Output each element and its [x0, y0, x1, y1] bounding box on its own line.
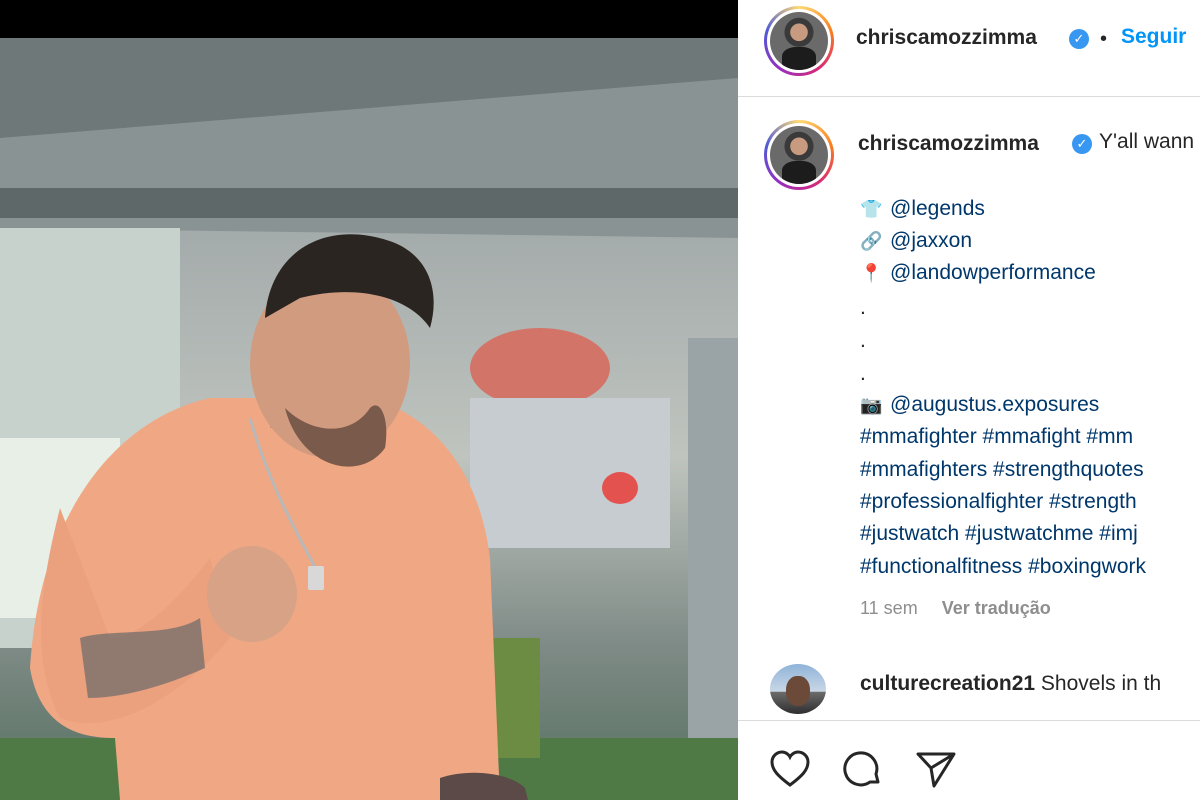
post-header: chriscamozzimma ✓ • Seguir — [738, 0, 1200, 97]
mention-link[interactable]: @legends — [890, 197, 985, 220]
send-icon — [916, 752, 956, 788]
caption-dot: . — [860, 362, 866, 385]
post-details-panel: chriscamozzimma ✓ • Seguir chriscamozzim… — [738, 0, 1200, 800]
author-avatar-image — [770, 12, 828, 70]
post-photo-illustration — [0, 38, 738, 800]
share-button[interactable] — [914, 748, 958, 792]
post-time-ago: 11 sem — [860, 598, 918, 618]
caption-line-legends: 👕 @legends — [860, 197, 985, 221]
mention-link[interactable]: @augustus.exposures — [890, 393, 1099, 416]
verified-badge-icon: ✓ — [1072, 134, 1092, 154]
header-separator: • — [1100, 28, 1108, 50]
comment-button[interactable] — [840, 748, 884, 792]
mention-link[interactable]: @jaxxon — [890, 229, 972, 252]
tshirt-icon: 👕 — [860, 199, 883, 219]
comment-text: Shovels in th — [1040, 672, 1162, 695]
hashtag-line[interactable]: #professionalfighter #strength — [860, 490, 1137, 514]
post-photo[interactable] — [0, 38, 738, 800]
caption-author-avatar[interactable] — [764, 120, 834, 190]
caption-author-avatar-image — [770, 126, 828, 184]
see-translation-button[interactable]: Ver tradução — [942, 598, 1051, 618]
author-avatar[interactable] — [764, 6, 834, 76]
caption-author-username[interactable]: chriscamozzimma — [858, 132, 1039, 156]
verified-badge-icon: ✓ — [1069, 29, 1089, 49]
follow-button[interactable]: Seguir — [1121, 25, 1186, 49]
author-username[interactable]: chriscamozzimma — [856, 26, 1037, 50]
hashtag-line[interactable]: #justwatch #justwatchme #imj — [860, 522, 1138, 546]
caption-dot: . — [860, 329, 866, 352]
camera-icon: 📷 — [860, 395, 883, 415]
commenter-avatar[interactable] — [770, 664, 826, 714]
caption-line-photo-credit: 📷 @augustus.exposures — [860, 393, 1099, 417]
like-button[interactable] — [768, 748, 812, 792]
hashtag-line[interactable]: #functionalfitness #boxingwork — [860, 555, 1146, 579]
caption-dot: . — [860, 296, 866, 319]
link-icon: 🔗 — [860, 231, 883, 251]
photo-top-bar — [0, 0, 738, 38]
commenter-username[interactable]: culturecreation21 — [860, 672, 1035, 695]
actions-divider — [738, 720, 1200, 721]
mention-link[interactable]: @landowperformance — [890, 261, 1096, 284]
caption-line-landow: 📍 @landowperformance — [860, 261, 1096, 285]
caption-meta: 11 sem Ver tradução — [860, 598, 1051, 619]
caption-line-jaxxon: 🔗 @jaxxon — [860, 229, 972, 253]
pin-icon: 📍 — [860, 263, 883, 283]
caption-text: Y'all wann — [1099, 130, 1195, 153]
hashtag-line[interactable]: #mmafighters #strengthquotes — [860, 458, 1144, 482]
comment-item: culturecreation21 Shovels in th — [860, 672, 1161, 696]
heart-icon — [770, 750, 810, 787]
hashtag-line[interactable]: #mmafighter #mmafight #mm — [860, 425, 1133, 449]
comment-icon — [843, 751, 880, 787]
